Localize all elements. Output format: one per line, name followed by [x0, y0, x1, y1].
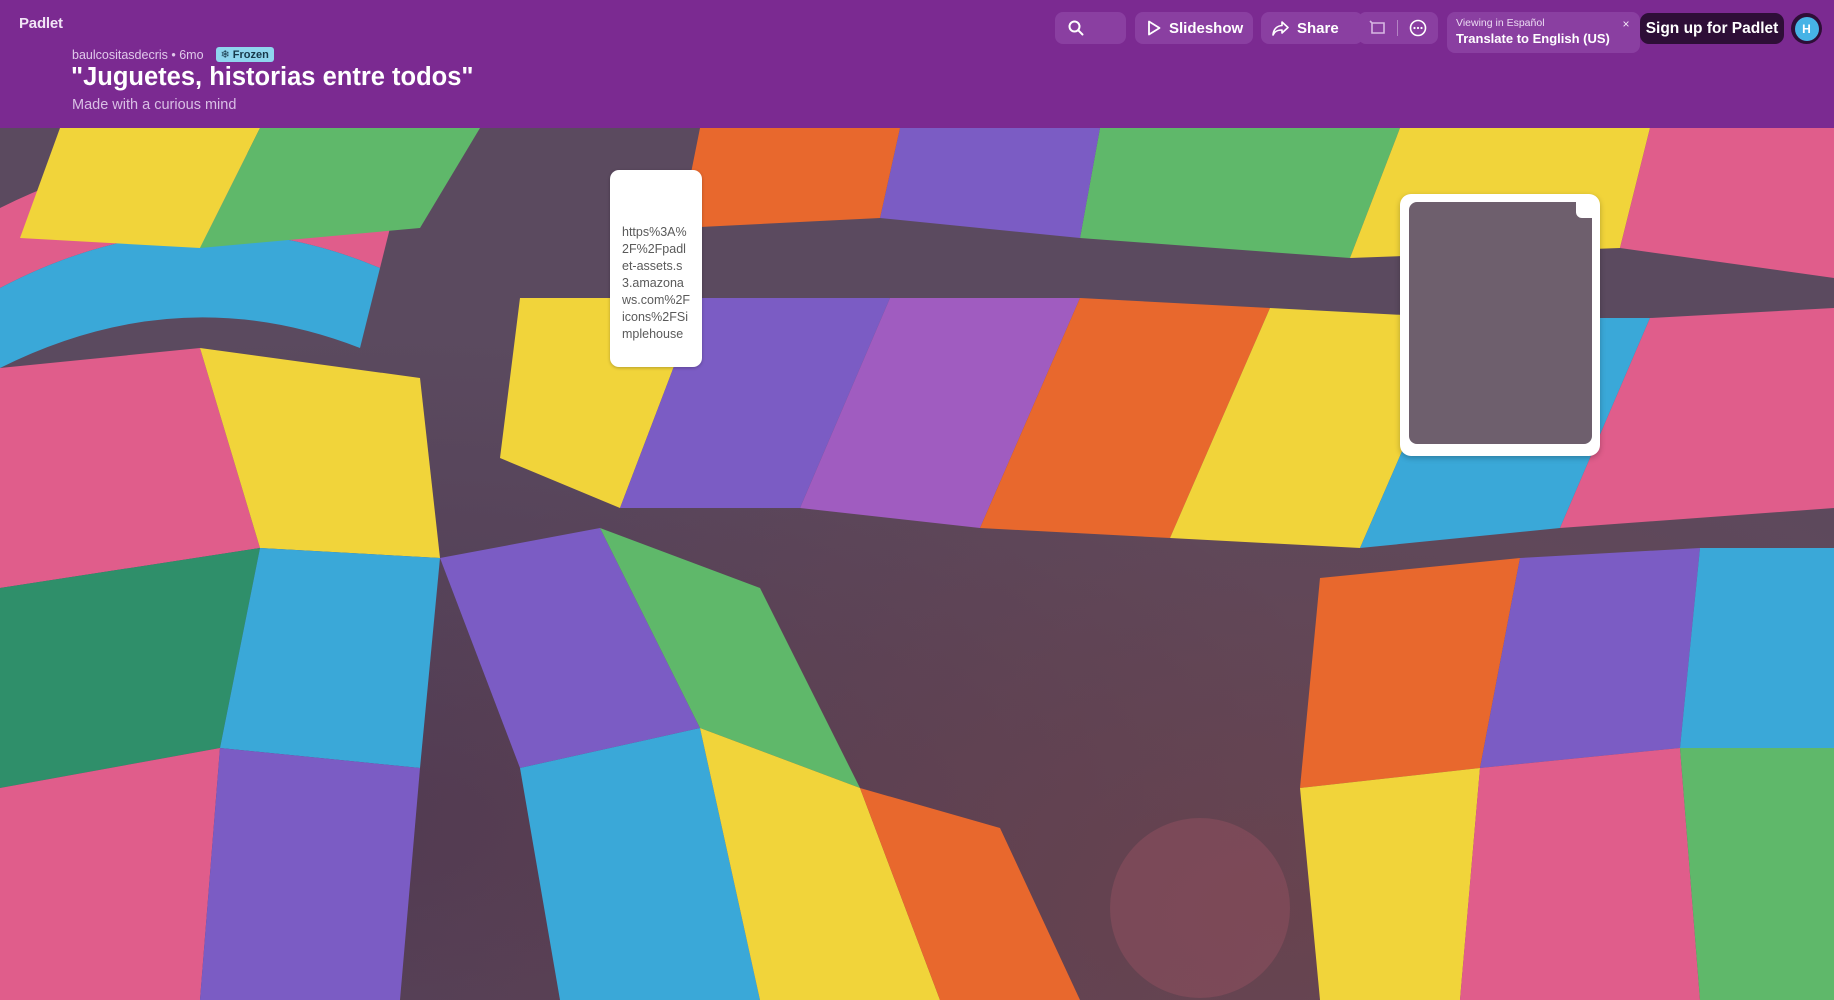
board-subtitle: Made with a curious mind	[72, 97, 237, 113]
board-tools	[1358, 12, 1438, 44]
signup-button[interactable]: Sign up for Padlet	[1640, 13, 1784, 44]
board-header: Padlet baulcositasdecris • 6mo ❄ Frozen …	[0, 0, 1834, 128]
share-label: Share	[1297, 19, 1339, 37]
play-icon	[1147, 20, 1161, 36]
translate-action[interactable]: Translate to English (US)	[1456, 31, 1640, 46]
slideshow-label: Slideshow	[1169, 19, 1244, 37]
viewing-language-label: Viewing in Español	[1456, 17, 1545, 29]
file-preview	[1409, 202, 1592, 444]
frozen-badge-label: Frozen	[232, 48, 269, 61]
remake-icon[interactable]	[1369, 20, 1387, 36]
slideshow-button[interactable]: Slideshow	[1135, 12, 1253, 44]
author-and-age[interactable]: baulcositasdecris • 6mo	[72, 48, 204, 62]
link-post-card[interactable]: https%3A%2F%2Fpadlet-assets.s3.amazonaws…	[610, 170, 702, 367]
share-icon	[1272, 20, 1289, 36]
translate-banner[interactable]: Viewing in Español Translate to English …	[1447, 12, 1640, 53]
snowflake-icon: ❄	[220, 49, 230, 61]
search-icon	[1068, 20, 1084, 36]
avatar-initial: H	[1794, 16, 1819, 41]
link-url-text: https%3A%2F%2Fpadlet-assets.s3.amazonaws…	[622, 225, 691, 341]
avatar[interactable]: H	[1791, 13, 1822, 44]
padlet-logo[interactable]: Padlet	[19, 15, 63, 32]
search-button[interactable]	[1055, 12, 1126, 44]
board-meta: baulcositasdecris • 6mo ❄ Frozen	[72, 47, 274, 62]
more-options-icon[interactable]	[1409, 19, 1427, 37]
file-fold-icon	[1576, 202, 1592, 218]
close-icon[interactable]: ×	[1619, 17, 1633, 31]
frozen-badge: ❄ Frozen	[215, 47, 274, 62]
share-button[interactable]: Share	[1261, 12, 1363, 44]
tools-divider	[1397, 20, 1399, 36]
file-post-card[interactable]	[1400, 194, 1600, 456]
board-title: "Juguetes, historias entre todos"	[71, 63, 474, 91]
